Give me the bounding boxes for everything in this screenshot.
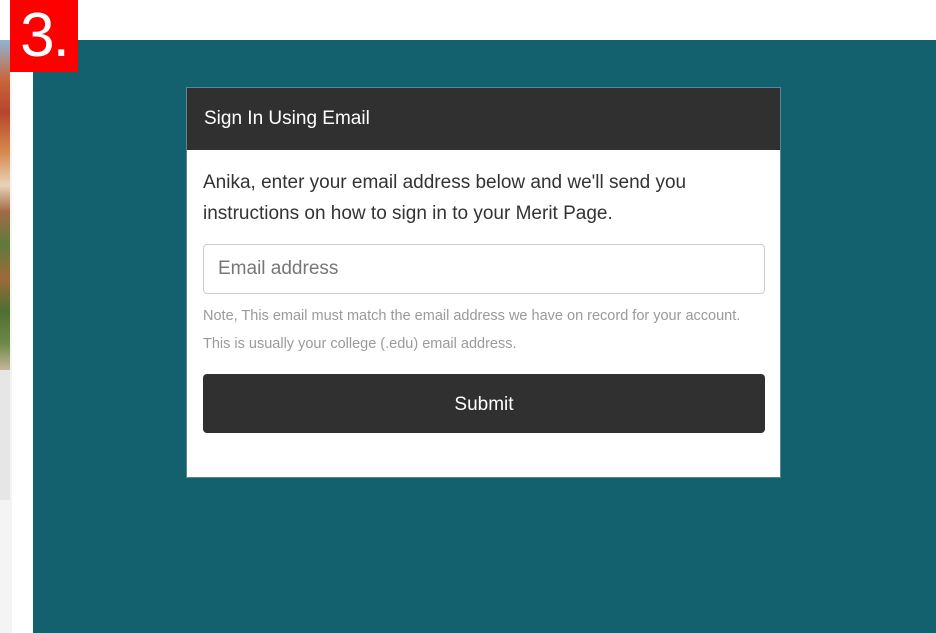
submit-button[interactable]: Submit bbox=[203, 374, 765, 433]
modal-body: Anika, enter your email address below an… bbox=[187, 150, 780, 433]
email-note-text: Note, This email must match the email ad… bbox=[203, 308, 741, 352]
step-number-badge: 3. bbox=[10, 0, 78, 72]
email-address-input[interactable] bbox=[203, 244, 765, 294]
background-page-section bbox=[0, 370, 10, 500]
modal-instructions: Anika, enter your email address below an… bbox=[203, 172, 687, 224]
background-photo bbox=[0, 40, 10, 370]
sign-in-email-modal: Sign In Using Email Anika, enter your em… bbox=[186, 87, 781, 478]
modal-title: Sign In Using Email bbox=[187, 88, 780, 150]
